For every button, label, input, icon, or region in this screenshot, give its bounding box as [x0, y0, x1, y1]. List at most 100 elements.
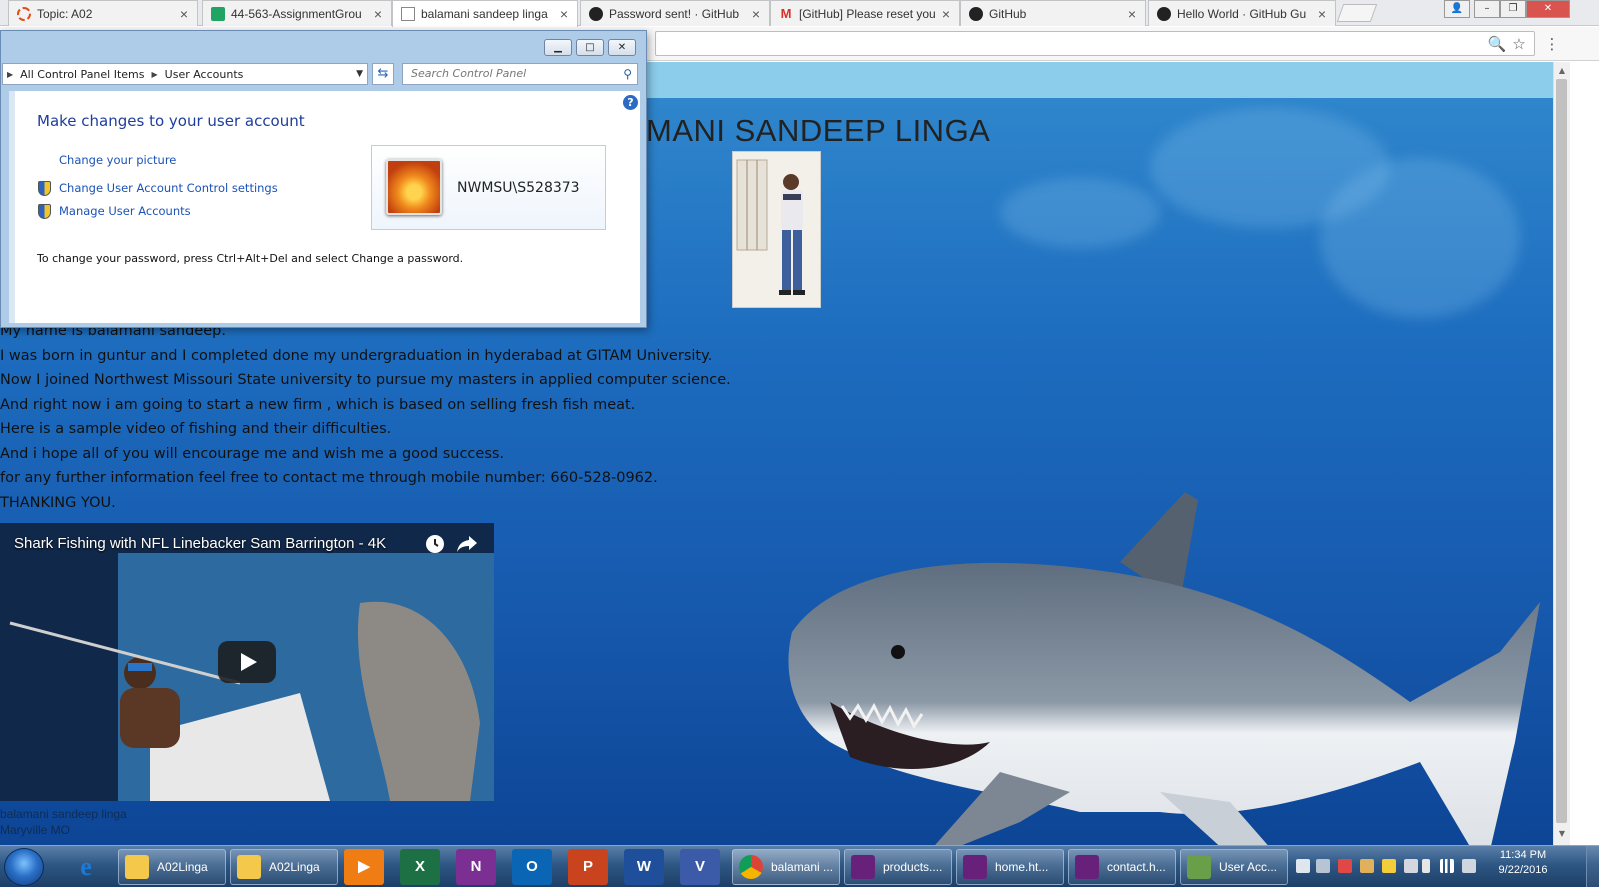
- zoom-icon[interactable]: 🔍: [1487, 34, 1507, 54]
- word-icon[interactable]: W: [624, 849, 664, 885]
- search-placeholder: Search Control Panel: [411, 67, 527, 80]
- restore-button[interactable]: ❐: [1500, 0, 1526, 18]
- taskbar-folder-a02linga[interactable]: A02Linga: [118, 849, 226, 885]
- cp-minimize-button[interactable]: ▁: [544, 39, 572, 56]
- flag-icon[interactable]: [1404, 859, 1418, 873]
- bookmark-star-icon[interactable]: ☆: [1509, 34, 1529, 54]
- tab-balamani-sandeep-linga[interactable]: balamani sandeep linga ×: [392, 0, 578, 27]
- internet-explorer-icon[interactable]: e: [66, 849, 106, 885]
- tab-close-icon[interactable]: ×: [371, 6, 385, 22]
- browser-tab-strip: Topic: A02 × 44-563-AssignmentGrou × bal…: [0, 0, 1599, 27]
- uac-shield-icon: [38, 204, 51, 219]
- system-clock[interactable]: 11:34 PM 9/22/2016: [1488, 846, 1558, 887]
- task-label: A02Linga: [269, 860, 320, 874]
- share-icon[interactable]: [456, 534, 478, 554]
- signal-icon[interactable]: [1440, 859, 1454, 873]
- tab-close-icon[interactable]: ×: [749, 6, 763, 22]
- tab-close-icon[interactable]: ×: [1125, 6, 1139, 22]
- search-icon[interactable]: ⚲: [623, 64, 632, 84]
- tab-close-icon[interactable]: ×: [177, 6, 191, 22]
- gmail-icon: M: [780, 5, 792, 21]
- show-desktop-button[interactable]: [1586, 846, 1599, 887]
- bio-line: Here is a sample video of fishing and th…: [0, 421, 392, 437]
- settings-icon[interactable]: [1316, 859, 1330, 873]
- cp-search-input[interactable]: Search Control Panel ⚲: [402, 63, 638, 85]
- tab-close-icon[interactable]: ×: [1315, 6, 1329, 22]
- new-tab-button[interactable]: [1336, 4, 1378, 22]
- tab-github-reset[interactable]: M [GitHub] Please reset you ×: [770, 0, 960, 26]
- tab-label: [GitHub] Please reset you: [799, 6, 936, 21]
- change-uac-settings-link[interactable]: Change User Account Control settings: [59, 181, 278, 195]
- taskbar-user-accounts[interactable]: User Acc...: [1180, 849, 1288, 885]
- taskbar-folder-a02linga[interactable]: A02Linga: [230, 849, 338, 885]
- breadcrumb-all-control-panel-items[interactable]: All Control Panel Items: [20, 68, 144, 81]
- menu-icon[interactable]: ⋮: [1542, 34, 1562, 54]
- taskbar-products[interactable]: products....: [844, 849, 952, 885]
- scroll-up-icon[interactable]: ▲: [1557, 66, 1567, 76]
- tab-github[interactable]: GitHub ×: [960, 0, 1146, 26]
- tab-password-sent[interactable]: Password sent! · GitHub ×: [580, 0, 770, 26]
- document-icon: [401, 7, 415, 21]
- security-icon[interactable]: [1382, 859, 1396, 873]
- onenote-icon[interactable]: N: [456, 849, 496, 885]
- cp-maximize-button[interactable]: □: [576, 39, 604, 56]
- alert-icon[interactable]: [1338, 859, 1352, 873]
- cp-close-button[interactable]: ✕: [608, 39, 636, 56]
- visual-studio-icon: [851, 855, 875, 879]
- shark-image: [788, 492, 1540, 845]
- youtube-video-embed[interactable]: Shark Fishing with NFL Linebacker Sam Ba…: [0, 523, 494, 801]
- scrollbar-thumb[interactable]: [1556, 79, 1567, 823]
- manage-user-accounts-link[interactable]: Manage User Accounts: [59, 204, 191, 218]
- topic-icon: [17, 6, 31, 21]
- drive-icon[interactable]: [1360, 859, 1374, 873]
- taskbar-home[interactable]: home.ht...: [956, 849, 1064, 885]
- account-picture[interactable]: [386, 159, 442, 215]
- footer-location: Maryville MO: [0, 823, 71, 837]
- refresh-icon[interactable]: ⇆: [372, 63, 394, 85]
- close-window-button[interactable]: ✕: [1526, 0, 1570, 18]
- breadcrumb-user-accounts[interactable]: User Accounts: [165, 68, 244, 81]
- visio-icon[interactable]: V: [680, 849, 720, 885]
- folder-icon: [125, 855, 149, 879]
- cp-title: Make changes to your user account: [37, 112, 305, 130]
- network-drive-icon[interactable]: [1296, 859, 1310, 873]
- minimize-button[interactable]: –: [1474, 0, 1500, 18]
- clock-time: 11:34 PM: [1499, 849, 1547, 861]
- control-panel-window: ▁ □ ✕ ▶ All Control Panel Items ▶ User A…: [0, 30, 647, 328]
- tab-assignment-sheet[interactable]: 44-563-AssignmentGrou ×: [202, 0, 392, 26]
- account-name: NWMSU\S528373: [457, 180, 580, 196]
- profile-icon[interactable]: 👤: [1444, 0, 1470, 18]
- taskbar-contact[interactable]: contact.h...: [1068, 849, 1176, 885]
- volume-muted-icon[interactable]: [1462, 859, 1476, 873]
- help-icon[interactable]: ?: [623, 95, 638, 110]
- outlook-icon[interactable]: O: [512, 849, 552, 885]
- breadcrumb-arrow-icon: ▶: [151, 69, 158, 79]
- chevron-down-icon[interactable]: ▼: [356, 69, 363, 79]
- uac-shield-icon: [38, 181, 51, 196]
- github-icon: [589, 6, 603, 21]
- sheets-icon: [211, 6, 225, 21]
- tab-close-icon[interactable]: ×: [939, 6, 953, 22]
- scroll-down-icon[interactable]: ▼: [1557, 829, 1567, 839]
- play-button[interactable]: [218, 641, 276, 683]
- change-picture-link[interactable]: Change your picture: [59, 153, 176, 167]
- video-title[interactable]: Shark Fishing with NFL Linebacker Sam Ba…: [14, 535, 386, 552]
- chrome-icon: [739, 855, 763, 879]
- clock-icon[interactable]: [424, 533, 446, 555]
- start-button[interactable]: [4, 848, 44, 886]
- tab-close-icon[interactable]: ×: [557, 6, 571, 22]
- windows-taskbar: e A02Linga A02Linga ▶ X N O P W V balama…: [0, 845, 1599, 887]
- tab-hello-world[interactable]: Hello World · GitHub Gu ×: [1148, 0, 1336, 26]
- bio-line: And right now i am going to start a new …: [0, 396, 636, 413]
- address-bar[interactable]: [655, 31, 1535, 56]
- profile-photo: [732, 151, 821, 308]
- cp-address-bar[interactable]: ▶ All Control Panel Items ▶ User Account…: [2, 63, 368, 85]
- task-label: balamani ...: [771, 860, 834, 874]
- taskbar-chrome[interactable]: balamani ...: [732, 849, 840, 885]
- media-player-icon[interactable]: ▶: [344, 849, 384, 885]
- powerpoint-icon[interactable]: P: [568, 849, 608, 885]
- bio-line: Now I joined Northwest Missouri State un…: [0, 372, 731, 388]
- battery-icon[interactable]: [1422, 859, 1430, 873]
- tab-topic-a02[interactable]: Topic: A02 ×: [8, 0, 198, 26]
- excel-icon[interactable]: X: [400, 849, 440, 885]
